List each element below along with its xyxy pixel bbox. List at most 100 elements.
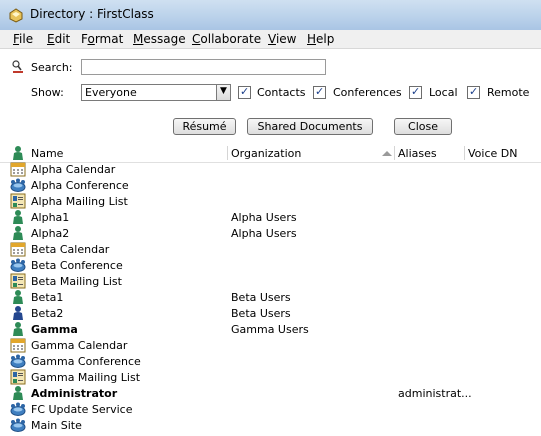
window-title: Directory : FirstClass xyxy=(30,7,154,21)
menu-view-mnemonic: V xyxy=(268,32,276,46)
column-organization-header[interactable]: Organization xyxy=(231,147,301,160)
menu-edit[interactable]: Edit xyxy=(47,32,70,46)
column-aliases-header[interactable]: Aliases xyxy=(398,147,437,160)
item-alias: administrat... xyxy=(398,387,472,400)
menu-file[interactable]: File xyxy=(13,32,33,46)
contacts-checkbox[interactable]: ✓ xyxy=(238,85,251,99)
list-item[interactable]: Alpha2 Alpha Users xyxy=(0,225,541,241)
checkmark-icon: ✓ xyxy=(469,85,479,98)
menu-format[interactable]: Format xyxy=(81,32,123,46)
menu-message[interactable]: Message xyxy=(133,32,186,46)
calendar-icon xyxy=(10,337,26,353)
checkmark-icon: ✓ xyxy=(315,85,325,98)
sort-ascending-icon xyxy=(382,151,392,156)
search-icon xyxy=(12,60,23,73)
list-item[interactable]: Gamma Conference xyxy=(0,353,541,369)
item-organization: Alpha Users xyxy=(231,227,297,240)
list-item[interactable]: Beta2 Beta Users xyxy=(0,305,541,321)
item-name: FC Update Service xyxy=(31,403,133,416)
menu-help-mnemonic: H xyxy=(307,32,317,46)
item-name: Alpha Calendar xyxy=(31,163,116,176)
menu-collaborate[interactable]: Collaborate xyxy=(192,32,261,46)
item-name: Alpha1 xyxy=(31,211,70,224)
conference-icon xyxy=(10,177,26,193)
list-item[interactable]: Alpha Conference xyxy=(0,177,541,193)
user-icon xyxy=(10,209,26,225)
menu-help-label: elp xyxy=(316,32,335,46)
list-item[interactable]: Main Site xyxy=(0,417,541,433)
list-item[interactable]: Alpha Mailing List xyxy=(0,193,541,209)
user-icon xyxy=(10,225,26,241)
item-name: Gamma Mailing List xyxy=(31,371,141,384)
list-item[interactable]: Beta Calendar xyxy=(0,241,541,257)
list-item[interactable]: Alpha1 Alpha Users xyxy=(0,209,541,225)
title-bar: Directory : FirstClass xyxy=(0,0,541,31)
show-dropdown[interactable]: Everyone ▼ xyxy=(81,84,231,101)
item-name: Alpha Conference xyxy=(31,179,129,192)
menu-collaborate-label: ollaborate xyxy=(200,32,262,46)
menu-bar: File Edit Format Message Collaborate Vie… xyxy=(0,30,541,49)
conference-icon xyxy=(10,257,26,273)
menu-edit-mnemonic: E xyxy=(47,32,55,46)
checkmark-icon: ✓ xyxy=(411,85,421,98)
shared-documents-button[interactable]: Shared Documents xyxy=(247,118,373,135)
list-item[interactable]: Gamma Calendar xyxy=(0,337,541,353)
item-name: Beta1 xyxy=(31,291,64,304)
list-item[interactable]: Gamma Gamma Users xyxy=(0,321,541,337)
checkmark-icon: ✓ xyxy=(240,85,250,98)
remote-label: Remote xyxy=(487,86,530,99)
user-blue-icon xyxy=(10,305,26,321)
item-name: Beta Calendar xyxy=(31,243,110,256)
local-label: Local xyxy=(429,86,458,99)
list-item[interactable]: Administrator administrat... xyxy=(0,385,541,401)
column-name-header[interactable]: Name xyxy=(31,147,63,160)
resume-button[interactable]: Résumé xyxy=(173,118,236,135)
item-name: Gamma Calendar xyxy=(31,339,128,352)
search-input[interactable] xyxy=(81,59,326,75)
item-organization: Alpha Users xyxy=(231,211,297,224)
menu-edit-label: dit xyxy=(54,32,71,46)
item-name: Beta2 xyxy=(31,307,64,320)
mailing-list-icon xyxy=(10,193,26,209)
firstclass-app-icon xyxy=(9,8,23,23)
item-organization: Gamma Users xyxy=(231,323,309,336)
conferences-checkbox[interactable]: ✓ xyxy=(313,85,326,99)
item-organization: Beta Users xyxy=(231,291,291,304)
close-button[interactable]: Close xyxy=(394,118,452,135)
chevron-down-icon: ▼ xyxy=(220,86,227,96)
column-divider[interactable] xyxy=(464,146,465,160)
user-icon xyxy=(10,321,26,337)
list-item[interactable]: Beta Mailing List xyxy=(0,273,541,289)
list-item[interactable]: Gamma Mailing List xyxy=(0,369,541,385)
conferences-label: Conferences xyxy=(333,86,402,99)
list-item[interactable]: Alpha Calendar xyxy=(0,161,541,177)
conference-icon xyxy=(10,401,26,417)
menu-message-mnemonic: M xyxy=(133,32,144,46)
local-checkbox[interactable]: ✓ xyxy=(409,85,422,99)
menu-help[interactable]: Help xyxy=(307,32,334,46)
list-item[interactable]: Beta Conference xyxy=(0,257,541,273)
column-divider[interactable] xyxy=(227,146,228,160)
item-name: Alpha2 xyxy=(31,227,70,240)
list-item[interactable]: Beta1 Beta Users xyxy=(0,289,541,305)
item-name: Main Site xyxy=(31,419,82,432)
column-divider[interactable] xyxy=(394,146,395,160)
column-voice-dn-header[interactable]: Voice DN xyxy=(468,147,517,160)
item-name: Gamma xyxy=(31,323,78,336)
person-icon xyxy=(13,146,23,160)
calendar-icon xyxy=(10,161,26,177)
menu-view-label: iew xyxy=(275,32,297,46)
menu-format-mnemonic: o xyxy=(87,32,95,46)
calendar-icon xyxy=(10,241,26,257)
mailing-list-icon xyxy=(10,369,26,385)
item-name: Administrator xyxy=(31,387,118,400)
search-label: Search: xyxy=(31,61,73,74)
remote-checkbox[interactable]: ✓ xyxy=(467,85,480,99)
list-item[interactable]: FC Update Service xyxy=(0,401,541,417)
dropdown-arrow-button[interactable]: ▼ xyxy=(216,85,230,100)
menu-view[interactable]: View xyxy=(268,32,296,46)
conference-icon xyxy=(10,353,26,369)
item-name: Beta Mailing List xyxy=(31,275,122,288)
contacts-label: Contacts xyxy=(257,86,306,99)
item-name: Alpha Mailing List xyxy=(31,195,128,208)
